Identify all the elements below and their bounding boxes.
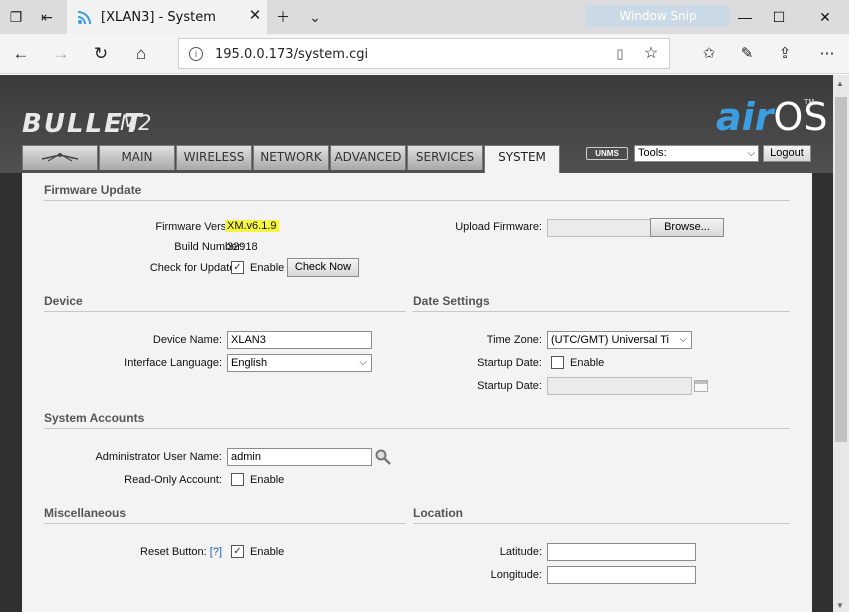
interface-language-select[interactable]: English ⌵ [227,354,372,372]
favorites-list-icon[interactable]: ✩ [696,42,722,66]
check-updates-checkbox[interactable]: ✓ [231,261,244,274]
startup-date-input[interactable] [547,377,692,395]
chevron-down-icon: ⌵ [679,334,687,345]
browser-tab[interactable]: [XLAN3] - System ✕ [67,0,267,34]
forward-icon[interactable]: → [48,42,74,66]
logout-button[interactable]: Logout [763,145,811,162]
upload-firmware-label: Upload Firmware: [455,221,542,233]
section-miscellaneous: Miscellaneous [44,506,406,524]
ubiquiti-logo-icon [41,153,79,162]
tools-select[interactable]: Tools: ⌵ [634,145,759,162]
favorite-star-icon[interactable]: ☆ [641,44,661,64]
calendar-icon[interactable] [694,380,708,392]
tab-wireless[interactable]: WIRELESS [176,145,252,170]
more-icon[interactable]: ⋯ [814,42,840,66]
interface-language-label: Interface Language: [124,357,222,369]
startup-date-enable-text: Enable [570,357,605,369]
check-updates-label: Check for Updates: [149,262,244,274]
tab-advanced[interactable]: ADVANCED [330,145,406,170]
readonly-enable-label: Enable [250,474,285,486]
scrollbar-thumb[interactable] [835,97,847,442]
magnifier-icon[interactable] [374,448,392,466]
airos-logo: airOS TM [716,95,828,139]
pen-icon[interactable]: ✎ [734,42,760,66]
section-location: Location [413,506,790,524]
admin-username-label: Administrator User Name: [95,451,222,463]
url-text: 195.0.0.173/system.cgi [215,47,369,62]
admin-username-input[interactable]: admin [227,448,372,466]
check-now-button[interactable]: Check Now [287,258,359,277]
longitude-label: Longitude: [490,569,542,581]
check-updates-enable-label: Enable [250,262,285,274]
device-name-input[interactable]: XLAN3 [227,331,372,349]
page-scrollbar[interactable]: ▲ ▼ [833,75,849,612]
minimize-icon[interactable]: — [730,5,760,29]
address-bar-row: ← → ↻ ⌂ i 195.0.0.173/system.cgi ▯ ☆ ✩ ✎… [0,34,849,74]
window-snip-label: Window Snip [586,5,730,27]
startup-date-enable-label: Startup Date: [477,357,542,369]
scroll-down-icon[interactable]: ▼ [836,601,844,610]
section-firmware-update: Firmware Update [44,183,790,201]
startup-date-checkbox[interactable] [551,356,564,369]
longitude-input[interactable] [547,566,696,584]
tab-manager-icon[interactable]: ❐ [5,6,27,28]
site-info-icon[interactable]: i [189,47,203,61]
set-aside-tabs-icon[interactable]: ⇤ [36,6,58,28]
maximize-icon[interactable]: ☐ [764,5,794,29]
close-window-icon[interactable]: ✕ [810,5,840,29]
upload-firmware-file-field[interactable] [547,219,651,237]
readonly-account-label: Read-Only Account: [124,474,222,486]
time-zone-label: Time Zone: [486,334,542,346]
airos-header: BULLET M2 airOS TM MAIN WIRELESS NETWORK… [0,75,833,173]
browse-button[interactable]: Browse... [650,218,724,237]
time-zone-select[interactable]: (UTC/GMT) Universal Ti ⌵ [547,331,692,349]
unms-badge[interactable]: UNMS [586,147,628,160]
build-number-value: 32918 [227,241,258,253]
refresh-icon[interactable]: ↻ [88,42,114,66]
chevron-down-icon: ⌵ [359,357,367,368]
section-device: Device [44,294,406,312]
section-system-accounts: System Accounts [44,411,790,429]
section-date-settings: Date Settings [413,294,790,312]
reset-enable-label: Enable [250,546,285,558]
tab-title: [XLAN3] - System [101,10,216,25]
tab-main[interactable]: MAIN [99,145,175,170]
latitude-input[interactable] [547,543,696,561]
latitude-label: Latitude: [499,546,542,558]
tab-ubiquiti-logo[interactable] [22,145,98,170]
tab-services[interactable]: SERVICES [407,145,483,170]
tab-list-chevron-icon[interactable]: ⌄ [304,6,326,28]
chevron-down-icon: ⌵ [747,148,755,159]
reset-button-checkbox[interactable]: ✓ [231,545,244,558]
wifi-favicon-icon [77,11,91,25]
share-icon[interactable]: ⇪ [772,42,798,66]
address-input[interactable]: i 195.0.0.173/system.cgi ▯ ☆ [178,38,670,69]
tab-system[interactable]: SYSTEM [484,145,560,173]
home-icon[interactable]: ⌂ [128,42,154,66]
brand-model: M2 [120,111,152,135]
new-tab-icon[interactable]: ＋ [272,6,294,28]
readonly-account-checkbox[interactable] [231,473,244,486]
tab-network[interactable]: NETWORK [253,145,329,170]
startup-date-label: Startup Date: [477,380,542,392]
reading-view-icon[interactable]: ▯ [611,45,629,63]
firmware-version-value: XM.v6.1.9 [225,220,279,232]
back-icon[interactable]: ← [8,42,34,66]
device-name-label: Device Name: [152,334,222,346]
system-content-panel: Firmware Update Firmware Version: XM.v6.… [22,173,812,612]
browser-tab-bar: ❐ ⇤ [XLAN3] - System ✕ ＋ ⌄ Window Snip —… [0,0,849,34]
close-tab-icon[interactable]: ✕ [245,6,265,26]
reset-help-link[interactable]: [?] [210,546,222,558]
page-viewport: BULLET M2 airOS TM MAIN WIRELESS NETWORK… [0,75,849,612]
scroll-up-icon[interactable]: ▲ [836,79,844,88]
reset-button-label: Reset Button: [?] [140,546,222,558]
